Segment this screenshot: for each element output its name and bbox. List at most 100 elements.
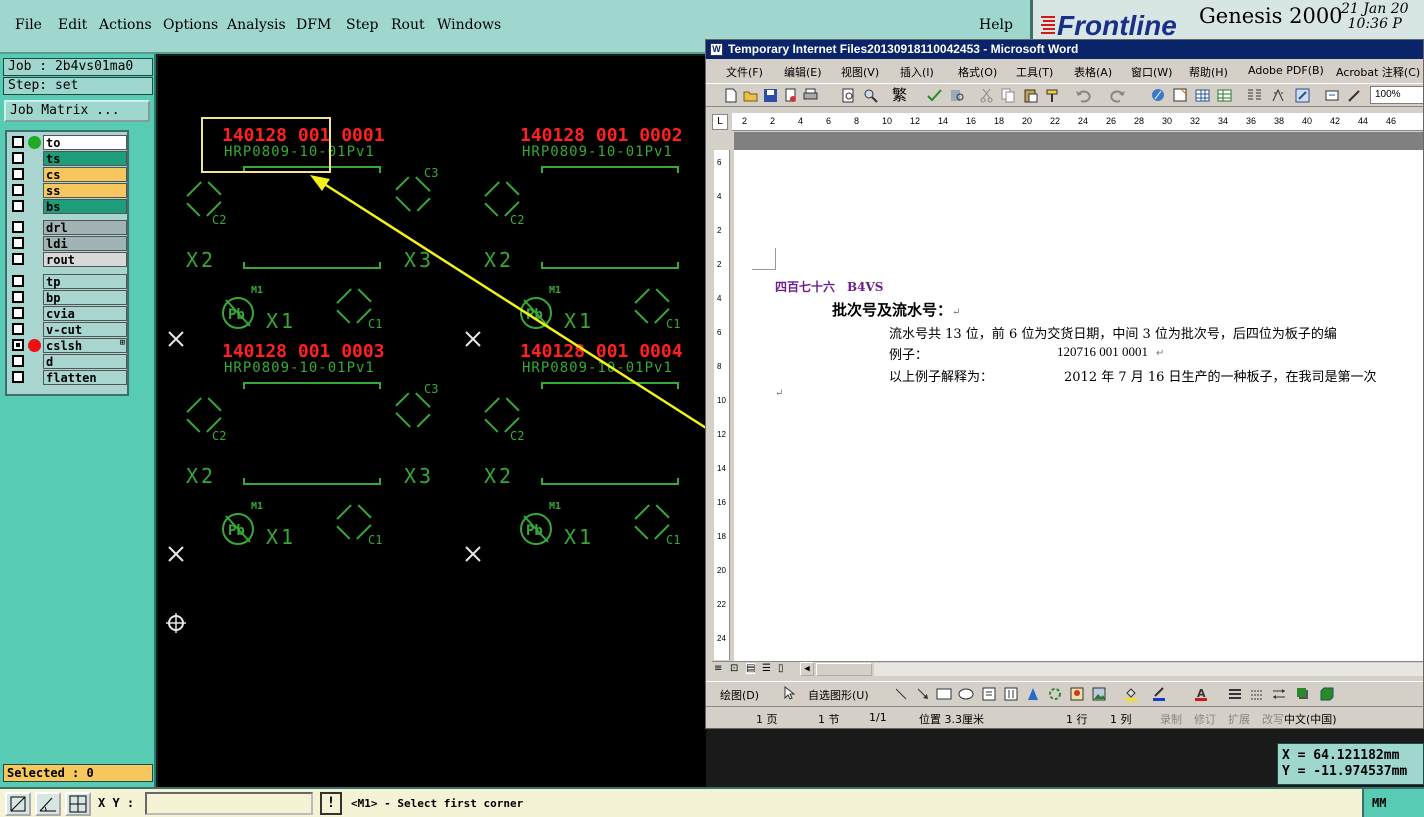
layer-row-ts[interactable]: ts — [9, 151, 127, 166]
menu-windows[interactable]: Windows — [437, 17, 501, 33]
menu-dfm[interactable]: DFM — [296, 17, 331, 33]
layer-checkbox[interactable] — [12, 237, 24, 249]
layer-checkbox[interactable] — [12, 184, 24, 196]
layer-row-tp[interactable]: tp — [9, 274, 127, 289]
picture-icon[interactable] — [1092, 687, 1106, 701]
columns-icon[interactable] — [1246, 87, 1263, 104]
layer-row-cslsh[interactable]: cslsh ⊞ — [9, 338, 127, 353]
status-track-changes[interactable]: 修订 — [1194, 711, 1216, 727]
pcb-drawing[interactable]: 140128 001 0001HRP0809-10-01Pv1C2X2M1Pb X… — [158, 56, 706, 787]
word-titlebar[interactable]: W Temporary Internet Files20130918110042… — [706, 40, 1423, 59]
layer-checkbox[interactable] — [12, 323, 24, 335]
layer-row-to[interactable]: to — [9, 135, 127, 150]
menu-help[interactable]: Help — [979, 17, 1013, 33]
doc-heading[interactable]: 四百七十六 B4VS — [775, 278, 883, 295]
arrow-style-icon[interactable] — [1272, 687, 1286, 701]
cut-icon[interactable] — [978, 87, 995, 104]
document-map-icon[interactable] — [1294, 87, 1311, 104]
doc-line-3-label[interactable]: 以上例子解释为： — [889, 366, 993, 385]
layer-row-cs[interactable]: cs — [9, 167, 127, 182]
word-menu-tools[interactable]: 工具(T) — [1016, 64, 1053, 80]
layer-row-bp[interactable]: bp — [9, 290, 127, 305]
rectangle-icon[interactable] — [936, 687, 952, 701]
layer-name[interactable]: cslsh — [43, 338, 127, 353]
arrow-icon[interactable] — [916, 687, 930, 701]
layer-name[interactable]: to — [43, 135, 127, 150]
print-preview-icon[interactable] — [840, 87, 857, 104]
layer-name[interactable]: drl — [43, 220, 127, 235]
document-page[interactable]: 四百七十六 B4VS 批次号及流水号：↵ 流水号共 13 位，前 6 位为交货日… — [734, 150, 1423, 665]
scroll-thumb[interactable] — [816, 663, 872, 676]
layer-checkbox[interactable] — [12, 291, 24, 303]
view-outline-icon[interactable]: ☰ — [762, 663, 771, 674]
menu-file[interactable]: File — [15, 17, 42, 33]
layer-name[interactable]: bp — [43, 290, 127, 305]
paste-icon[interactable] — [1022, 87, 1039, 104]
insert-table-icon[interactable] — [1194, 87, 1211, 104]
layer-name[interactable]: tp — [43, 274, 127, 289]
magnifier-icon[interactable] — [862, 87, 879, 104]
format-painter-icon[interactable] — [1044, 87, 1061, 104]
new-document-icon[interactable] — [722, 87, 739, 104]
layer-checkbox[interactable] — [12, 200, 24, 212]
layer-checkbox[interactable] — [12, 136, 24, 148]
layer-name[interactable]: d — [43, 354, 127, 369]
status-record[interactable]: 录制 — [1160, 711, 1182, 727]
graphics-canvas[interactable]: 140128 001 0001 HRP0809-10-01Pv1 C2 X2 M1 Pb X… — [158, 56, 706, 787]
zoom-select[interactable]: 100% — [1370, 86, 1423, 104]
word-menu-edit[interactable]: 编辑(E) — [784, 64, 822, 80]
layer-name[interactable]: ss — [43, 183, 127, 198]
textbox-icon[interactable] — [982, 687, 996, 701]
layer-checkbox[interactable] — [12, 339, 24, 351]
permission-icon[interactable] — [782, 87, 799, 104]
layer-name[interactable]: ts — [43, 151, 127, 166]
traditional-chinese-icon[interactable]: 繁 — [892, 87, 909, 104]
layer-row-ldi[interactable]: ldi — [9, 236, 127, 251]
redo-icon[interactable] — [1110, 87, 1127, 104]
layer-row-drl[interactable]: drl — [9, 220, 127, 235]
word-menu-format[interactable]: 格式(O) — [958, 64, 997, 80]
layer-checkbox[interactable] — [12, 221, 24, 233]
dash-style-icon[interactable] — [1250, 687, 1264, 701]
undo-icon[interactable] — [1074, 87, 1091, 104]
word-menu-adobe-pdf[interactable]: Adobe PDF(B) — [1248, 64, 1324, 77]
layer-name[interactable]: rout — [43, 252, 127, 267]
horizontal-ruler[interactable]: 2 2 4 6 8 10 12 14 16 18 20 22 24 26 28 30 32 34 36 38 40 42 4… — [732, 113, 1423, 131]
select-objects-icon[interactable] — [782, 686, 796, 700]
layer-checkbox[interactable] — [12, 371, 24, 383]
line-color-icon[interactable] — [1152, 687, 1166, 701]
measure-angle-icon[interactable] — [35, 792, 61, 816]
line-icon[interactable] — [894, 687, 908, 701]
show-formatting-icon[interactable] — [1324, 87, 1341, 104]
clipart-icon[interactable] — [1070, 687, 1084, 701]
font-color-icon[interactable]: A — [1194, 687, 1208, 701]
doc-line-3-value[interactable]: 2012 年 7 月 16 日生产的一种板子，在我司是第一次 — [1064, 366, 1377, 385]
word-menu-file[interactable]: 文件(F) — [726, 64, 763, 80]
layer-checkbox[interactable] — [12, 275, 24, 287]
wordart-icon[interactable] — [1026, 687, 1040, 701]
doc-line-2-label[interactable]: 例子： — [889, 344, 928, 363]
menu-step[interactable]: Step — [346, 17, 378, 33]
3d-style-icon[interactable] — [1320, 687, 1334, 701]
doc-empty-paragraph[interactable]: ↵ — [775, 388, 783, 399]
xy-input[interactable] — [145, 792, 313, 815]
job-matrix-button[interactable]: Job Matrix ... — [4, 100, 150, 122]
word-menu-acrobat[interactable]: Acrobat 注释(C) — [1336, 64, 1420, 80]
save-icon[interactable] — [762, 87, 779, 104]
scroll-left-button[interactable]: ◀ — [800, 662, 814, 676]
print-icon[interactable] — [802, 87, 819, 104]
layer-row-ss[interactable]: ss — [9, 183, 127, 198]
layer-row-flatten[interactable]: flatten — [9, 370, 127, 385]
layer-checkbox[interactable] — [12, 307, 24, 319]
menu-actions[interactable]: Actions — [99, 17, 152, 33]
word-menu-insert[interactable]: 插入(I) — [900, 64, 934, 80]
layer-row-d[interactable]: d — [9, 354, 127, 369]
layer-name[interactable]: cvia — [43, 306, 127, 321]
snap-mode-icon[interactable] — [5, 792, 31, 816]
drawing-toggle-icon[interactable] — [1270, 87, 1287, 104]
insert-excel-icon[interactable] — [1216, 87, 1233, 104]
tab-selector[interactable]: L — [712, 114, 728, 130]
oval-icon[interactable] — [958, 687, 974, 701]
alert-button[interactable]: ! — [320, 792, 342, 815]
status-overtype[interactable]: 改写 — [1262, 711, 1284, 727]
